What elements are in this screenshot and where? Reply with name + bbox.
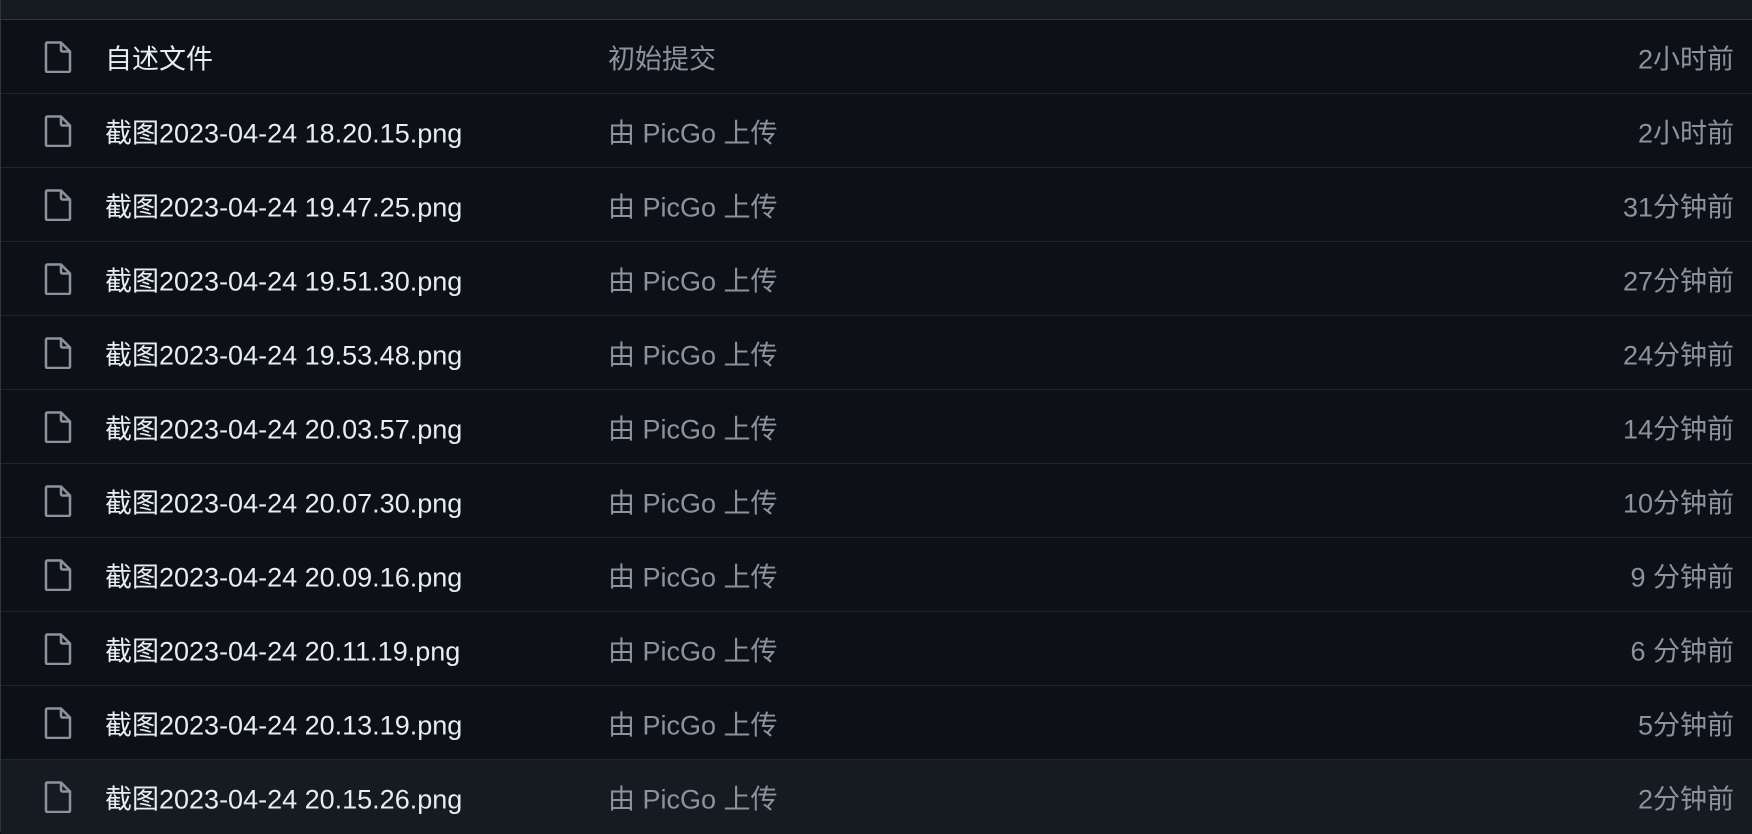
commit-message-link[interactable]: 由 PicGo 上传 (608, 778, 778, 817)
file-row[interactable]: 截图2023-04-24 19.47.25.png 由 PicGo 上传 31分… (1, 168, 1752, 242)
file-icon (44, 484, 72, 517)
file-icon (44, 114, 72, 147)
commit-time: 10分钟前 (1622, 488, 1734, 518)
commit-message-link[interactable]: 由 PicGo 上传 (608, 481, 778, 520)
file-row[interactable]: 自述文件 初始提交 2小时前 (1, 20, 1752, 94)
file-row[interactable]: 截图2023-04-24 19.51.30.png 由 PicGo 上传 27分… (1, 242, 1752, 316)
file-row[interactable]: 截图2023-04-24 20.03.57.png 由 PicGo 上传 14分… (1, 390, 1752, 464)
commit-time: 5分钟前 (1637, 710, 1734, 740)
file-icon (44, 262, 72, 295)
file-row[interactable]: 截图2023-04-24 20.11.19.png 由 PicGo 上传 6 分… (1, 612, 1752, 686)
file-name-link[interactable]: 截图2023-04-24 18.20.15.png (105, 111, 462, 150)
commit-message-link[interactable]: 由 PicGo 上传 (608, 629, 778, 668)
file-row[interactable]: 截图2023-04-24 20.13.19.png 由 PicGo 上传 5分钟… (1, 686, 1752, 760)
file-icon (44, 558, 72, 591)
file-name-link[interactable]: 截图2023-04-24 20.15.26.png (105, 778, 462, 817)
file-name-link[interactable]: 截图2023-04-24 20.03.57.png (105, 407, 462, 446)
file-name-link[interactable]: 截图2023-04-24 19.53.48.png (105, 333, 462, 372)
commit-time: 6 分钟前 (1630, 636, 1734, 666)
commit-time: 2分钟前 (1637, 784, 1734, 815)
file-icon (44, 40, 72, 73)
file-name-link[interactable]: 截图2023-04-24 20.11.19.png (105, 629, 460, 668)
commit-time: 9 分钟前 (1630, 562, 1734, 592)
file-icon (44, 410, 72, 443)
commit-time: 2小时前 (1637, 44, 1734, 74)
commit-time: 2小时前 (1637, 118, 1734, 148)
file-row[interactable]: 截图2023-04-24 20.15.26.png 由 PicGo 上传 2分钟… (1, 760, 1752, 834)
file-name-link[interactable]: 截图2023-04-24 20.13.19.png (105, 703, 462, 742)
commit-message-link[interactable]: 由 PicGo 上传 (608, 259, 778, 298)
file-row[interactable]: 截图2023-04-24 19.53.48.png 由 PicGo 上传 24分… (1, 316, 1752, 390)
commit-time: 24分钟前 (1622, 340, 1734, 370)
commit-time: 31分钟前 (1622, 192, 1734, 222)
file-icon (44, 781, 72, 813)
commit-message-link[interactable]: 由 PicGo 上传 (608, 555, 778, 594)
file-list-table: 自述文件 初始提交 2小时前 截图2023-04-24 18.20.15.png… (0, 0, 1752, 834)
file-row[interactable]: 截图2023-04-24 20.07.30.png 由 PicGo 上传 10分… (1, 464, 1752, 538)
table-header-bar (1, 0, 1752, 20)
commit-message-link[interactable]: 由 PicGo 上传 (608, 703, 778, 742)
commit-message-link[interactable]: 由 PicGo 上传 (608, 333, 778, 372)
commit-message-link[interactable]: 初始提交 (608, 37, 716, 76)
commit-message-link[interactable]: 由 PicGo 上传 (608, 185, 778, 224)
commit-message-link[interactable]: 由 PicGo 上传 (608, 407, 778, 446)
commit-time: 14分钟前 (1622, 414, 1734, 444)
file-name-link[interactable]: 截图2023-04-24 20.09.16.png (105, 555, 462, 594)
file-row[interactable]: 截图2023-04-24 18.20.15.png 由 PicGo 上传 2小时… (1, 94, 1752, 168)
file-name-link[interactable]: 截图2023-04-24 20.07.30.png (105, 481, 462, 520)
file-name-link[interactable]: 截图2023-04-24 19.47.25.png (105, 185, 462, 224)
file-icon (44, 188, 72, 221)
file-icon (44, 632, 72, 665)
file-name-link[interactable]: 自述文件 (105, 37, 213, 76)
commit-message-link[interactable]: 由 PicGo 上传 (608, 111, 778, 150)
file-icon (44, 336, 72, 369)
file-icon (44, 706, 72, 739)
file-name-link[interactable]: 截图2023-04-24 19.51.30.png (105, 259, 462, 298)
file-row[interactable]: 截图2023-04-24 20.09.16.png 由 PicGo 上传 9 分… (1, 538, 1752, 612)
commit-time: 27分钟前 (1622, 266, 1734, 296)
